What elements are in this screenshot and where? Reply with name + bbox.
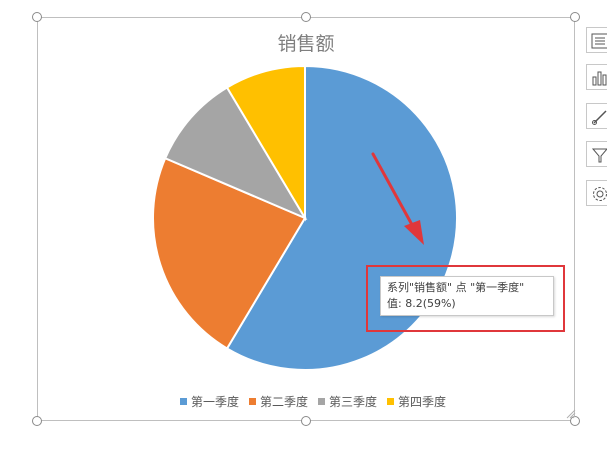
chart-settings-button[interactable]: [586, 180, 607, 206]
legend-label: 第二季度: [260, 394, 309, 409]
legend-item-3[interactable]: 第三季度: [318, 393, 377, 410]
tooltip-series-line: 系列"销售额" 点 "第一季度": [387, 281, 525, 294]
chart-styles-button[interactable]: [586, 64, 607, 90]
legend-label: 第三季度: [329, 394, 378, 409]
resize-grip-icon[interactable]: [566, 409, 576, 419]
legend-label: 第一季度: [191, 394, 240, 409]
data-point-tooltip: 系列"销售额" 点 "第一季度" 值: 8.2(59%): [380, 276, 554, 316]
chart-elements-button[interactable]: [586, 27, 607, 53]
legend-swatch: [387, 397, 395, 405]
legend-label: 第四季度: [398, 394, 447, 409]
tooltip-value-line: 值: 8.2(59%): [387, 297, 456, 310]
legend-swatch: [318, 397, 326, 405]
legend-swatch: [180, 397, 187, 405]
chart-settings-icon: [593, 187, 607, 201]
legend-item-2[interactable]: 第二季度: [249, 393, 308, 410]
legend-swatch: [249, 397, 257, 405]
chart-filter-icon: [591, 148, 607, 163]
chart-filter-button[interactable]: [586, 141, 607, 167]
legend-item-1[interactable]: 第一季度: [180, 393, 239, 410]
pie-chart[interactable]: [0, 0, 607, 455]
chart-brush-button[interactable]: [586, 103, 607, 129]
legend-item-4[interactable]: 第四季度: [387, 393, 446, 410]
chart-brush-icon: [592, 110, 607, 125]
chart-styles-icon: [592, 71, 607, 86]
chart-legend[interactable]: 第一季度 第二季度 第三季度 第四季度: [180, 393, 446, 409]
chart-elements-icon: [591, 33, 607, 49]
